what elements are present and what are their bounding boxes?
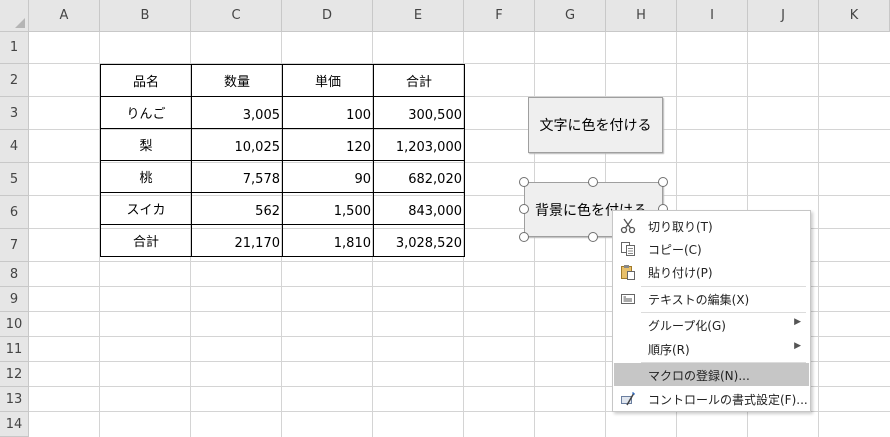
menu-item-label: コピー(C) bbox=[648, 243, 702, 257]
table-row: スイカ 562 1,500 843,000 bbox=[100, 192, 465, 225]
menu-item-label: 順序(R) bbox=[648, 343, 690, 357]
column-header-j[interactable]: J bbox=[748, 0, 819, 32]
item-name-cell[interactable]: りんご bbox=[100, 96, 192, 129]
scissors-icon bbox=[620, 218, 636, 234]
total-cell[interactable]: 3,028,520 bbox=[373, 224, 465, 257]
edit-text-icon bbox=[620, 291, 636, 307]
unit-price-cell[interactable]: 100 bbox=[282, 96, 374, 129]
total-cell[interactable]: 843,000 bbox=[373, 192, 465, 225]
row-header-6[interactable]: 6 bbox=[0, 196, 29, 229]
row-header-4[interactable]: 4 bbox=[0, 130, 29, 163]
select-all-corner[interactable] bbox=[0, 0, 29, 32]
row-header-8[interactable]: 8 bbox=[0, 262, 29, 287]
table-header-cell[interactable]: 数量 bbox=[191, 64, 283, 97]
paste-icon bbox=[620, 264, 636, 280]
row-header-14[interactable]: 14 bbox=[0, 412, 29, 437]
total-cell[interactable]: 300,500 bbox=[373, 96, 465, 129]
column-header-d[interactable]: D bbox=[282, 0, 373, 32]
resize-handle[interactable] bbox=[519, 232, 529, 242]
menu-item-label: テキストの編集(X) bbox=[648, 293, 750, 307]
menu-item-label: グループ化(G) bbox=[648, 319, 726, 333]
column-header-e[interactable]: E bbox=[373, 0, 464, 32]
column-header-a[interactable]: A bbox=[29, 0, 100, 32]
submenu-arrow-icon: ▶ bbox=[794, 341, 801, 351]
row-header-2[interactable]: 2 bbox=[0, 64, 29, 97]
row-header-3[interactable]: 3 bbox=[0, 97, 29, 130]
unit-price-cell[interactable]: 1,500 bbox=[282, 192, 374, 225]
menu-item-label: 貼り付け(P) bbox=[648, 266, 713, 280]
price-table: 品名 数量 単価 合計 りんご 3,005 100 300,500 梨 10,0… bbox=[100, 64, 465, 257]
unit-price-cell[interactable]: 120 bbox=[282, 128, 374, 161]
table-row: 桃 7,578 90 682,020 bbox=[100, 160, 465, 193]
resize-handle[interactable] bbox=[519, 177, 529, 187]
column-header-h[interactable]: H bbox=[606, 0, 677, 32]
resize-handle[interactable] bbox=[519, 204, 529, 214]
copy-icon bbox=[620, 241, 636, 257]
row-header-13[interactable]: 13 bbox=[0, 387, 29, 412]
table-header-cell[interactable]: 単価 bbox=[282, 64, 374, 97]
quantity-cell[interactable]: 3,005 bbox=[191, 96, 283, 129]
resize-handle[interactable] bbox=[658, 177, 668, 187]
menu-item-group[interactable]: グループ化(G) ▶ bbox=[614, 313, 809, 336]
row-header-12[interactable]: 12 bbox=[0, 362, 29, 387]
table-row: 梨 10,025 120 1,203,000 bbox=[100, 128, 465, 161]
column-header-c[interactable]: C bbox=[191, 0, 282, 32]
menu-item-copy[interactable]: コピー(C) bbox=[614, 237, 809, 260]
table-header-cell[interactable]: 品名 bbox=[100, 64, 192, 97]
row-header-5[interactable]: 5 bbox=[0, 163, 29, 196]
unit-price-cell[interactable]: 1,810 bbox=[282, 224, 374, 257]
column-header-g[interactable]: G bbox=[535, 0, 606, 32]
context-menu: 切り取り(T) コピー(C) 貼り付け(P) テキストの編集(X) グループ化(… bbox=[612, 210, 811, 412]
row-header-9[interactable]: 9 bbox=[0, 287, 29, 312]
row-header-11[interactable]: 11 bbox=[0, 337, 29, 362]
item-name-cell[interactable]: 合計 bbox=[100, 224, 192, 257]
quantity-cell[interactable]: 7,578 bbox=[191, 160, 283, 193]
menu-item-format-control[interactable]: コントロールの書式設定(F)... bbox=[614, 387, 809, 410]
menu-item-label: コントロールの書式設定(F)... bbox=[648, 393, 808, 407]
menu-item-label: 切り取り(T) bbox=[648, 220, 713, 234]
table-row: りんご 3,005 100 300,500 bbox=[100, 96, 465, 129]
column-header-i[interactable]: I bbox=[677, 0, 748, 32]
quantity-cell[interactable]: 10,025 bbox=[191, 128, 283, 161]
format-control-icon bbox=[620, 391, 636, 407]
table-header-row: 品名 数量 単価 合計 bbox=[100, 64, 465, 97]
column-header-f[interactable]: F bbox=[464, 0, 535, 32]
row-header-10[interactable]: 10 bbox=[0, 312, 29, 337]
column-header-k[interactable]: K bbox=[819, 0, 890, 32]
item-name-cell[interactable]: 梨 bbox=[100, 128, 192, 161]
menu-item-assign-macro[interactable]: マクロの登録(N)... bbox=[614, 363, 809, 386]
menu-item-cut[interactable]: 切り取り(T) bbox=[614, 214, 809, 237]
menu-item-paste[interactable]: 貼り付け(P) bbox=[614, 260, 809, 283]
menu-item-label: マクロの登録(N)... bbox=[648, 369, 750, 383]
unit-price-cell[interactable]: 90 bbox=[282, 160, 374, 193]
text-color-button[interactable]: 文字に色を付ける bbox=[528, 97, 663, 153]
resize-handle[interactable] bbox=[588, 177, 598, 187]
submenu-arrow-icon: ▶ bbox=[794, 317, 801, 327]
resize-handle[interactable] bbox=[588, 232, 598, 242]
total-cell[interactable]: 1,203,000 bbox=[373, 128, 465, 161]
quantity-cell[interactable]: 21,170 bbox=[191, 224, 283, 257]
total-cell[interactable]: 682,020 bbox=[373, 160, 465, 193]
quantity-cell[interactable]: 562 bbox=[191, 192, 283, 225]
column-header-b[interactable]: B bbox=[100, 0, 191, 32]
item-name-cell[interactable]: 桃 bbox=[100, 160, 192, 193]
table-header-cell[interactable]: 合計 bbox=[373, 64, 465, 97]
menu-item-order[interactable]: 順序(R) ▶ bbox=[614, 337, 809, 360]
menu-item-edit-text[interactable]: テキストの編集(X) bbox=[614, 287, 809, 310]
row-header-7[interactable]: 7 bbox=[0, 229, 29, 262]
row-header-1[interactable]: 1 bbox=[0, 32, 29, 64]
table-total-row: 合計 21,170 1,810 3,028,520 bbox=[100, 224, 465, 257]
item-name-cell[interactable]: スイカ bbox=[100, 192, 192, 225]
